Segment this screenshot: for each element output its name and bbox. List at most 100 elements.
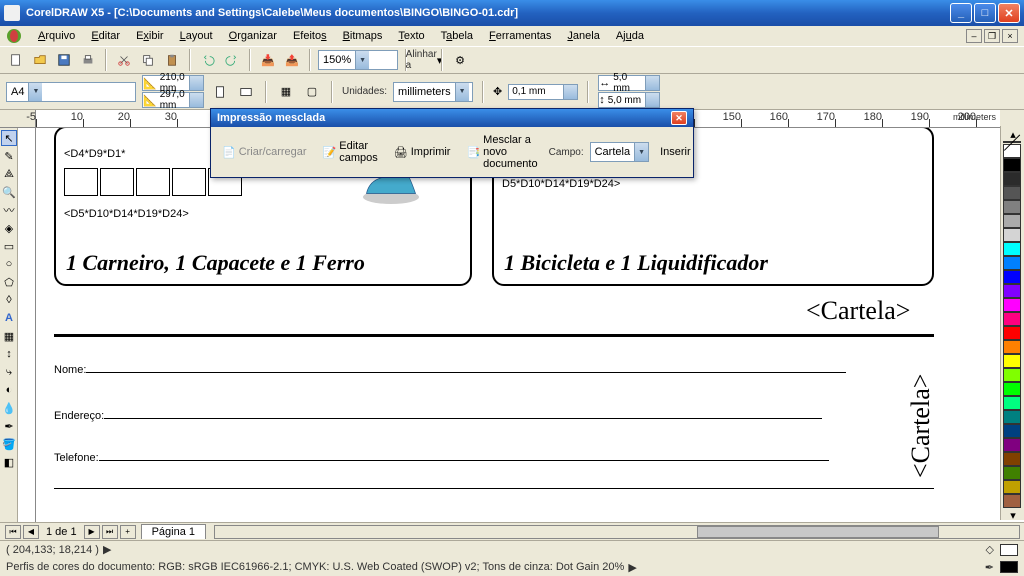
print-merge-toolbar[interactable]: Impressão mesclada ✕ 📄Criar/carregar 📝Ed… — [210, 108, 694, 178]
nudge-spinner[interactable]: 0,1 mm — [508, 84, 578, 100]
hscroll-thumb[interactable] — [697, 526, 938, 538]
window-close-button[interactable]: ✕ — [998, 3, 1020, 23]
color-swatch[interactable] — [1003, 144, 1021, 158]
color-swatch[interactable] — [1003, 466, 1021, 480]
menu-janela[interactable]: Janela — [559, 28, 607, 44]
paste-button[interactable] — [162, 50, 182, 70]
connector-tool[interactable]: ⤷ — [1, 364, 17, 380]
color-swatch[interactable] — [1003, 228, 1021, 242]
basic-shapes-tool[interactable]: ◊ — [1, 292, 17, 308]
open-button[interactable] — [30, 50, 50, 70]
copy-button[interactable] — [138, 50, 158, 70]
eyedropper-tool[interactable]: 💧 — [1, 400, 17, 416]
horizontal-scrollbar[interactable] — [214, 525, 1020, 539]
color-swatch[interactable] — [1003, 368, 1021, 382]
merge-edit-fields-button[interactable]: 📝Editar campos — [318, 137, 383, 167]
color-swatch[interactable] — [1003, 452, 1021, 466]
mdi-restore-button[interactable]: ❐ — [984, 29, 1000, 43]
color-swatch[interactable] — [1003, 326, 1021, 340]
color-swatch[interactable] — [1003, 284, 1021, 298]
window-minimize-button[interactable]: _ — [950, 3, 972, 23]
color-swatch[interactable] — [1003, 480, 1021, 494]
zoom-combo[interactable]: 150%▼ — [318, 50, 398, 70]
rectangle-tool[interactable]: ▭ — [1, 238, 17, 254]
export-button[interactable]: 📤 — [282, 50, 302, 70]
menu-editar[interactable]: Editar — [83, 28, 128, 44]
color-swatch[interactable] — [1003, 382, 1021, 396]
snap-button[interactable]: Alinhar a ▾ — [414, 50, 434, 70]
print-merge-titlebar[interactable]: Impressão mesclada ✕ — [211, 109, 693, 127]
color-swatch[interactable] — [1003, 424, 1021, 438]
mdi-minimize-button[interactable]: – — [966, 29, 982, 43]
print-button[interactable] — [78, 50, 98, 70]
save-button[interactable] — [54, 50, 74, 70]
outline-color-indicator[interactable] — [1000, 561, 1018, 573]
menu-tabela[interactable]: Tabela — [433, 28, 481, 44]
color-swatch[interactable] — [1003, 242, 1021, 256]
fill-indicator-icon[interactable]: ◇ — [986, 543, 994, 556]
merge-field-combo[interactable]: Cartela▼ — [590, 142, 649, 162]
menu-ferramentas[interactable]: Ferramentas — [481, 28, 559, 44]
dimension-tool[interactable]: ↕ — [1, 346, 17, 362]
interactive-tool[interactable]: ◐ — [1, 382, 17, 398]
menu-layout[interactable]: Layout — [172, 28, 221, 44]
current-page-button[interactable]: ▢ — [302, 82, 322, 102]
page-tab-1[interactable]: Página 1 — [141, 524, 206, 539]
import-button[interactable]: 📥 — [258, 50, 278, 70]
menu-ajuda[interactable]: Ajuda — [608, 28, 652, 44]
pick-tool[interactable]: ↖ — [1, 130, 17, 146]
no-fill-swatch[interactable] — [1003, 141, 1021, 143]
menu-exibir[interactable]: Exibir — [128, 28, 172, 44]
color-swatch[interactable] — [1003, 396, 1021, 410]
color-swatch[interactable] — [1003, 410, 1021, 424]
menu-bitmaps[interactable]: Bitmaps — [335, 28, 391, 44]
vertical-ruler[interactable] — [18, 128, 36, 522]
cut-button[interactable] — [114, 50, 134, 70]
window-maximize-button[interactable]: □ — [974, 3, 996, 23]
color-swatch[interactable] — [1003, 340, 1021, 354]
menu-arquivo[interactable]: AArquivorquivo — [30, 28, 83, 44]
outline-tool[interactable]: ✒ — [1, 418, 17, 434]
color-swatch[interactable] — [1003, 298, 1021, 312]
color-swatch[interactable] — [1003, 312, 1021, 326]
color-swatch[interactable] — [1003, 172, 1021, 186]
fill-color-indicator[interactable] — [1000, 544, 1018, 556]
crop-tool[interactable]: ⟁ — [1, 166, 17, 182]
units-combo[interactable]: millimeters▼ — [393, 82, 473, 102]
color-swatch[interactable] — [1003, 186, 1021, 200]
mdi-close-button[interactable]: × — [1002, 29, 1018, 43]
merge-to-new-doc-button[interactable]: 📑Mesclar a novo documento — [461, 131, 542, 173]
color-swatch[interactable] — [1003, 158, 1021, 172]
menu-efeitos[interactable]: Efeitos — [285, 28, 335, 44]
freehand-tool[interactable]: 〰 — [1, 202, 17, 218]
merge-print-button[interactable]: 🖨Imprimir — [389, 143, 456, 162]
table-tool[interactable]: ▦ — [1, 328, 17, 344]
color-swatch[interactable] — [1003, 214, 1021, 228]
duplicate-x-spinner[interactable]: ↔5,0 mm — [598, 75, 660, 91]
print-merge-close-button[interactable]: ✕ — [671, 111, 687, 125]
undo-button[interactable] — [198, 50, 218, 70]
paper-size-combo[interactable]: A4▼ — [6, 82, 136, 102]
portrait-button[interactable] — [210, 82, 230, 102]
duplicate-y-spinner[interactable]: ↕5,0 mm — [598, 92, 660, 108]
color-swatch[interactable] — [1003, 494, 1021, 508]
outline-indicator-icon[interactable]: ✒ — [985, 561, 994, 574]
new-button[interactable] — [6, 50, 26, 70]
next-page-button[interactable]: ▶ — [84, 525, 100, 539]
zoom-tool[interactable]: 🔍 — [1, 184, 17, 200]
color-swatch[interactable] — [1003, 270, 1021, 284]
smart-fill-tool[interactable]: ◈ — [1, 220, 17, 236]
first-page-button[interactable]: ⏮ — [5, 525, 21, 539]
fill-tool[interactable]: 🪣 — [1, 436, 17, 452]
interactive-fill-tool[interactable]: ◧ — [1, 454, 17, 470]
all-pages-button[interactable]: ▦ — [276, 82, 296, 102]
color-swatch[interactable] — [1003, 438, 1021, 452]
landscape-button[interactable] — [236, 82, 256, 102]
color-swatch[interactable] — [1003, 354, 1021, 368]
ellipse-tool[interactable]: ○ — [1, 256, 17, 272]
page-height-spinner[interactable]: 📐297,0 mm — [142, 92, 204, 108]
color-swatch[interactable] — [1003, 200, 1021, 214]
last-page-button[interactable]: ⏭ — [102, 525, 118, 539]
redo-button[interactable] — [222, 50, 242, 70]
dropdown-arrow-icon[interactable]: ▼ — [355, 51, 369, 69]
